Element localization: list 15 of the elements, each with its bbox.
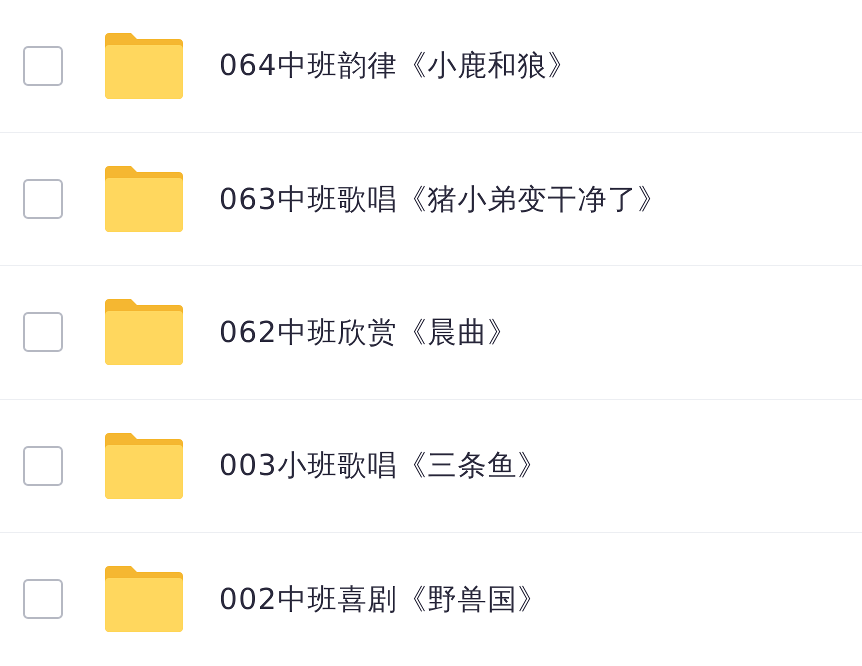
folder-icon <box>105 33 183 100</box>
folder-icon <box>105 566 183 632</box>
folder-icon <box>105 166 183 232</box>
folder-name[interactable]: 002中班喜剧《野兽国》 <box>219 578 548 622</box>
folder-name[interactable]: 064中班韵律《小鹿和狼》 <box>219 44 578 88</box>
checkbox[interactable] <box>23 312 63 352</box>
checkbox[interactable] <box>23 579 63 620</box>
folder-name[interactable]: 062中班欣赏《晨曲》 <box>219 310 518 354</box>
folder-name[interactable]: 003小班歌唱《三条鱼》 <box>219 444 548 488</box>
folder-icon <box>105 299 183 366</box>
checkbox[interactable] <box>23 46 63 86</box>
checkbox[interactable] <box>23 179 63 220</box>
folder-icon <box>105 432 183 499</box>
folder-name[interactable]: 063中班歌唱《猪小弟变干净了》 <box>219 178 668 222</box>
checkbox[interactable] <box>23 446 63 486</box>
